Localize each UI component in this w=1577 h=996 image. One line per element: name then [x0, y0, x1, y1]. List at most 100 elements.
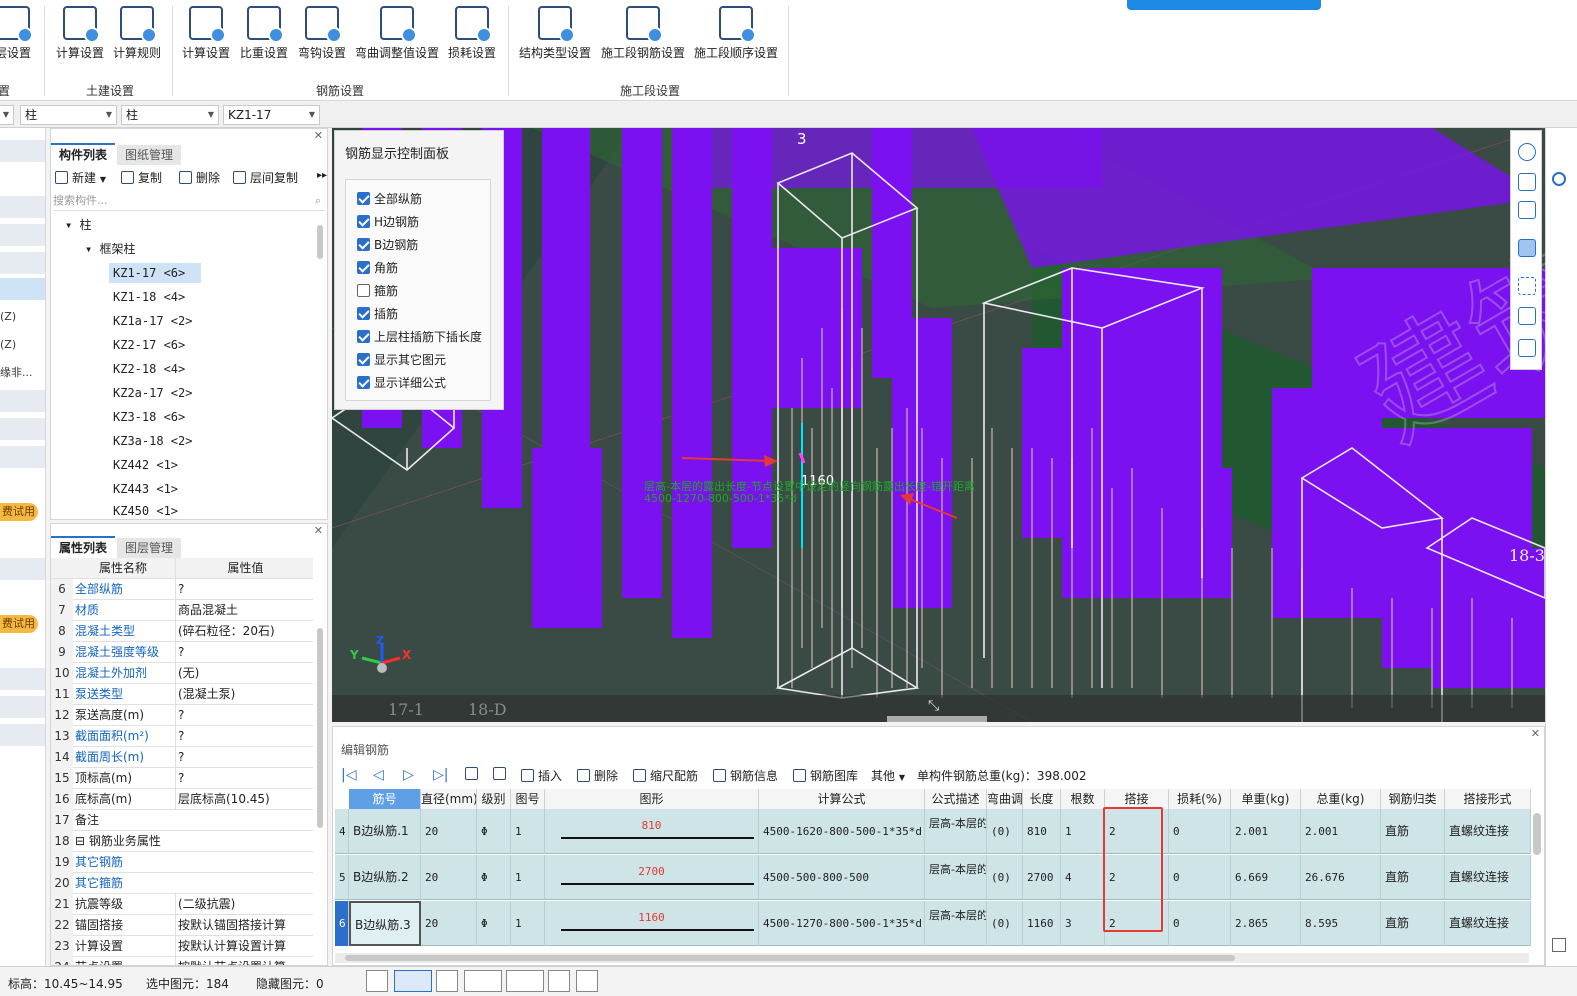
cell-grade[interactable]: Φ: [477, 901, 511, 946]
tab-component-list[interactable]: 构件列表: [51, 143, 116, 163]
cell-lapform[interactable]: 直螺纹连接: [1445, 901, 1531, 946]
property-value[interactable]: 商品混凝土: [175, 600, 313, 621]
property-row[interactable]: 6 全部纵筋?: [51, 579, 313, 600]
3d-solid-icon[interactable]: [1518, 239, 1536, 257]
property-row[interactable]: 7 材质 商品混凝土: [51, 600, 313, 621]
property-value[interactable]: (碎石粒径：20石): [175, 621, 313, 642]
new-button[interactable]: 新建 ▼: [55, 169, 106, 186]
cube-view-icon[interactable]: [1518, 307, 1536, 325]
cell-shape[interactable]: 1160: [545, 901, 759, 946]
column-header[interactable]: 计算公式: [759, 789, 925, 809]
cell-desc[interactable]: 层高-本层的露出...: [925, 901, 987, 946]
cell-grade[interactable]: Φ: [477, 855, 511, 900]
nav-item-selected[interactable]: [0, 278, 45, 300]
property-row[interactable]: 12 泵送高度(m)?: [51, 705, 313, 726]
checkbox-all-longitudinal[interactable]: 全部纵筋: [357, 190, 422, 207]
cell-total[interactable]: 26.676: [1301, 855, 1381, 900]
nav-item[interactable]: [0, 196, 45, 218]
collapse-icon[interactable]: ⤡: [928, 698, 939, 714]
cell-unit[interactable]: 2.865: [1231, 901, 1301, 946]
rebar-row[interactable]: 5B边纵筋.220Φ1 2700 4500-500-800-500层高-本层的露出.…: [335, 855, 1531, 900]
3d-box-icon[interactable]: [1518, 201, 1536, 219]
property-value[interactable]: ?: [175, 705, 313, 726]
property-row[interactable]: 14 截面周长(m)?: [51, 747, 313, 768]
cell-len[interactable]: 2700: [1023, 855, 1061, 900]
tree-item[interactable]: KZ450 <1>: [109, 501, 182, 521]
cell-cat[interactable]: 直筋: [1381, 809, 1445, 854]
property-value[interactable]: 按默认节点设置计算: [175, 957, 313, 965]
layer-icon[interactable]: [548, 970, 570, 992]
cell-fig[interactable]: 1: [511, 855, 545, 900]
rebar-calc-settings-button[interactable]: 计算设置: [180, 6, 232, 61]
copy-button[interactable]: 复制: [121, 169, 162, 186]
arc-icon[interactable]: [576, 970, 598, 992]
nav-item[interactable]: [0, 390, 45, 412]
column-header[interactable]: 长度: [1023, 789, 1061, 809]
cell-shape[interactable]: 2700: [545, 855, 759, 900]
cell-shape[interactable]: 810: [545, 809, 759, 854]
property-value[interactable]: ?: [175, 747, 313, 768]
tree-item[interactable]: KZ2-17 <6>: [109, 335, 189, 355]
cell-loss[interactable]: 0: [1169, 855, 1231, 900]
floor-settings-button[interactable]: 层设置: [0, 6, 36, 61]
nav-item[interactable]: [0, 724, 45, 746]
checkbox-dowel[interactable]: 插筋: [357, 305, 398, 322]
fit-view-icon[interactable]: [1518, 277, 1536, 295]
property-row[interactable]: 19 其它钢筋: [51, 852, 313, 873]
prev-row-button[interactable]: ◁: [373, 767, 384, 783]
calc-rules-button[interactable]: 计算规则: [111, 6, 163, 61]
tab-property-list[interactable]: 属性列表: [51, 536, 116, 556]
trial-badge[interactable]: 费试用: [0, 503, 38, 521]
delete-row-button[interactable]: 删除: [577, 767, 618, 784]
tree-item[interactable]: KZ442 <1>: [109, 455, 182, 475]
first-row-button[interactable]: |◁: [341, 767, 356, 783]
scrollbar[interactable]: [1533, 813, 1541, 855]
property-value[interactable]: 按默认锚固搭接计算: [175, 915, 313, 936]
property-row[interactable]: 9 混凝土强度等级?: [51, 642, 313, 663]
bend-adjust-button[interactable]: 弯曲调整值设置: [354, 6, 440, 61]
nav-item[interactable]: [0, 140, 45, 162]
tree-item[interactable]: KZ1-18 <4>: [109, 287, 189, 307]
column-header[interactable]: 图号: [511, 789, 545, 809]
tree-group[interactable]: ▾ 框架柱: [81, 239, 139, 259]
radio-icon[interactable]: [1552, 172, 1566, 186]
cell-bend[interactable]: (0): [987, 855, 1023, 900]
tree-item-selected[interactable]: KZ1-17 <6>: [109, 263, 201, 283]
more-icon[interactable]: ▸▸: [317, 170, 327, 181]
cell-total[interactable]: 8.595: [1301, 901, 1381, 946]
nav-item[interactable]: [0, 558, 45, 580]
2d-view-icon[interactable]: [1518, 173, 1536, 191]
select-mode-icon[interactable]: [394, 970, 432, 992]
checkbox-show-detailed-formula[interactable]: 显示详细公式: [357, 374, 446, 391]
next-row-button[interactable]: ▷: [403, 767, 414, 783]
column-header[interactable]: 筋号: [349, 789, 421, 809]
floor-select[interactable]: ▼: [0, 105, 14, 125]
hook-settings-button[interactable]: 弯钩设置: [296, 6, 348, 61]
component-select[interactable]: KZ1-17 ▼: [223, 105, 320, 125]
checkbox-h-side[interactable]: H边钢筋: [357, 213, 419, 230]
cell-bend[interactable]: (0): [987, 901, 1023, 946]
cell-name[interactable]: B边纵筋.2: [349, 855, 421, 900]
top-action-bar[interactable]: [1127, 0, 1321, 10]
scale-rebar-button[interactable]: 缩尺配筋: [633, 767, 698, 784]
rebar-row[interactable]: 6 B边纵筋.3 20 Φ 1 1160 4500-1270-800-500-1*35*d 层…: [335, 901, 1531, 946]
column-header[interactable]: 公式描述: [925, 789, 987, 809]
property-row[interactable]: 15 顶标高(m)?: [51, 768, 313, 789]
cell-len[interactable]: 1160: [1023, 901, 1061, 946]
column-header[interactable]: 单重(kg): [1231, 789, 1301, 809]
tree-root[interactable]: ▾ 柱: [61, 215, 95, 235]
cell-grade[interactable]: Φ: [477, 809, 511, 854]
rebar-info-button[interactable]: 钢筋信息: [713, 767, 778, 784]
cell-total[interactable]: 2.001: [1301, 809, 1381, 854]
tree-item[interactable]: KZ2-18 <4>: [109, 359, 189, 379]
column-header[interactable]: 级别: [477, 789, 511, 809]
property-row[interactable]: 24 节点设置按默认节点设置计算: [51, 957, 313, 965]
property-value[interactable]: ?: [175, 768, 313, 789]
close-icon[interactable]: ✕: [314, 524, 323, 537]
component-search-input[interactable]: 搜索构件... ⌕: [53, 191, 325, 211]
tab-drawing-management[interactable]: 图纸管理: [117, 145, 182, 165]
move-up-button[interactable]: [465, 767, 482, 781]
column-header[interactable]: 根数: [1061, 789, 1105, 809]
subtype-select[interactable]: 柱 ▼: [121, 105, 219, 125]
cell-unit[interactable]: 2.001: [1231, 809, 1301, 854]
